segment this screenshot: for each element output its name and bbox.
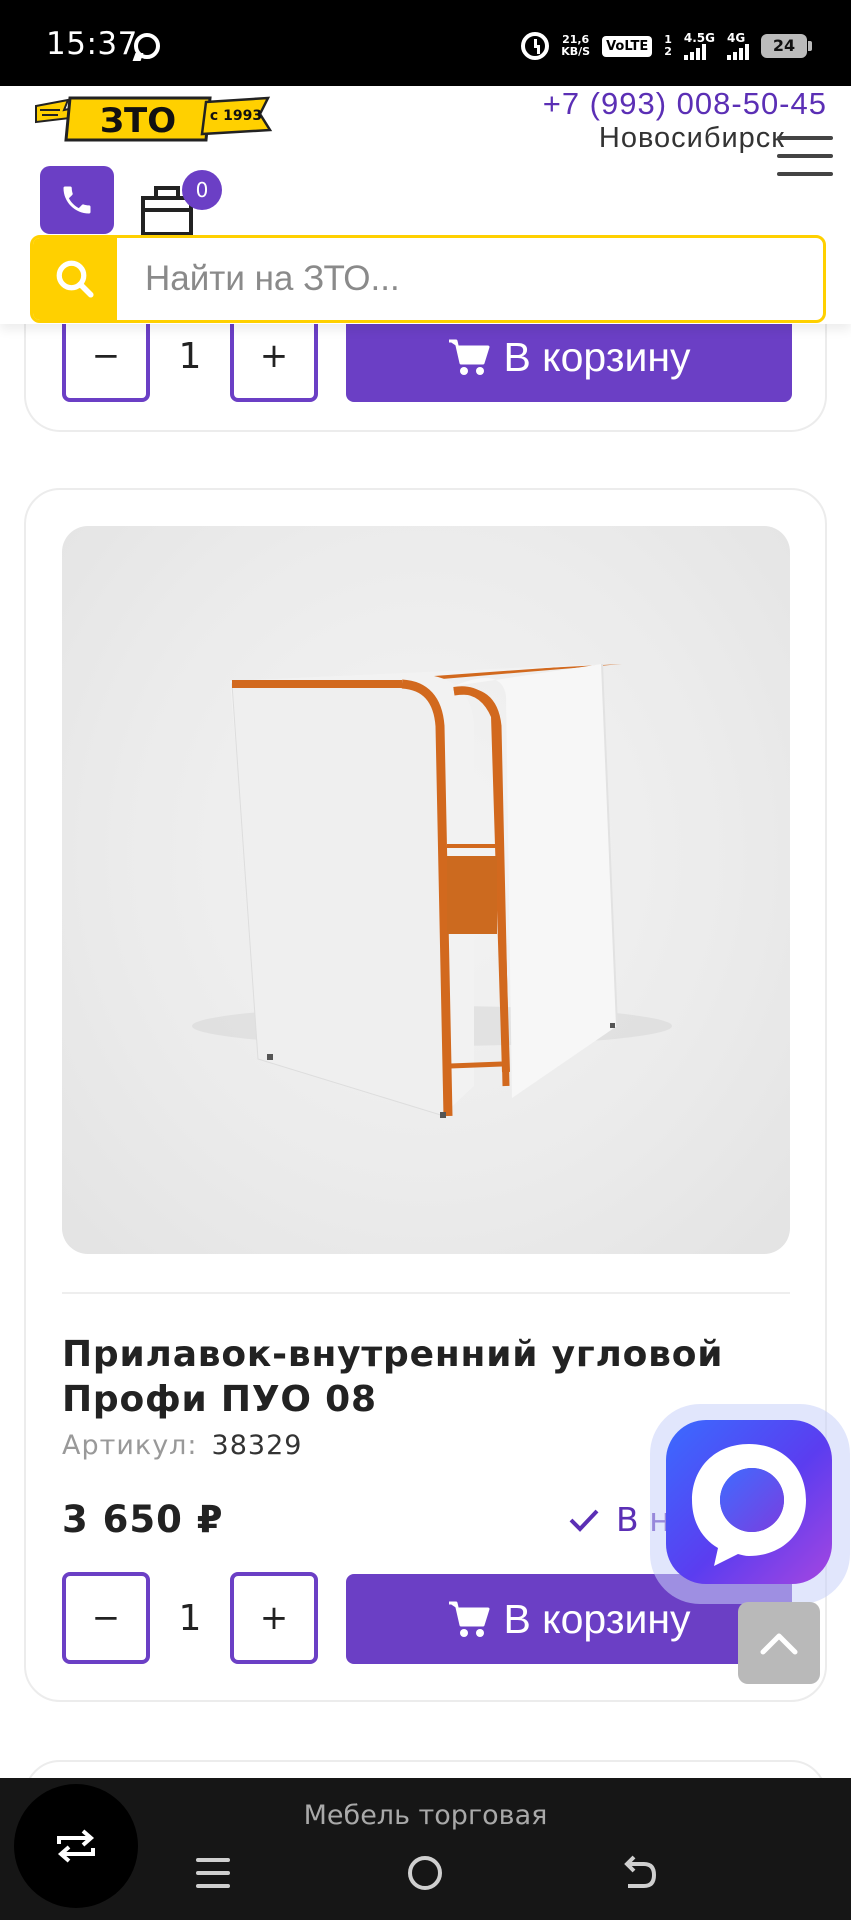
sim1-signal-icon: 4.5G <box>683 31 715 60</box>
repeat-arrows-icon <box>57 1829 95 1863</box>
search-button[interactable] <box>33 238 117 320</box>
logo-since: с 1993 <box>210 108 262 124</box>
switch-app-button[interactable] <box>14 1784 138 1908</box>
shopping-cart-icon <box>449 1601 490 1637</box>
site-header: ЗТО с 1993 +7 (993) 008-50-45 Новосибирс… <box>0 86 851 324</box>
volte-badge: VoLTE <box>602 35 653 57</box>
add-to-cart-button[interactable]: В корзину <box>346 312 792 402</box>
network-speed: 21,6 KB/S <box>561 34 590 58</box>
product-image[interactable] <box>62 526 790 1254</box>
city-selector[interactable]: Новосибирск <box>599 122 785 155</box>
zto-logo[interactable]: ЗТО с 1993 <box>30 88 276 148</box>
sim2-index: 2 <box>664 45 672 58</box>
recent-apps-icon[interactable] <box>196 1858 230 1888</box>
assistant-bubble-icon <box>666 1420 832 1584</box>
chevron-up-icon <box>760 1633 798 1655</box>
quantity-decrement-button[interactable]: − <box>62 1572 150 1664</box>
cart-button[interactable]: 0 <box>138 170 226 240</box>
search-icon <box>56 260 94 298</box>
back-icon[interactable] <box>620 1854 660 1894</box>
cart-count-badge: 0 <box>182 170 222 210</box>
product-sku: Артикул: 38329 <box>62 1430 302 1461</box>
add-to-cart-label: В корзину <box>503 333 691 380</box>
hamburger-menu-icon[interactable] <box>777 136 833 176</box>
search-bar <box>30 235 826 323</box>
card-divider <box>62 1292 790 1294</box>
status-time: 15:37 <box>46 26 138 62</box>
shopping-cart-icon <box>449 339 490 375</box>
sku-value: 38329 <box>211 1430 303 1461</box>
system-navigation-bar: Мебель торговая <box>0 1778 851 1920</box>
status-icons: 21,6 KB/S VoLTE 1 2 4.5G 4G 24 <box>521 26 812 66</box>
corner-counter-illustration <box>192 663 672 1118</box>
assistant-floating-button[interactable] <box>650 1404 850 1604</box>
quantity-value[interactable]: 1 <box>150 336 230 377</box>
sim1-network-type: 4.5G <box>683 31 715 45</box>
sim2-network-type: 4G <box>727 31 746 45</box>
sim-indices: 1 2 <box>664 34 672 58</box>
product-price: 3 650 ₽ <box>62 1498 224 1541</box>
network-speed-unit: KB/S <box>561 45 591 58</box>
phone-number-link[interactable]: +7 (993) 008-50-45 <box>543 86 827 122</box>
quantity-stepper: − 1 + <box>62 1572 318 1664</box>
alarm-icon <box>521 32 550 60</box>
search-input[interactable] <box>117 238 823 320</box>
sim2-signal-icon: 4G <box>727 32 749 60</box>
logo-text: ЗТО <box>100 101 176 141</box>
scroll-to-top-button[interactable] <box>738 1602 820 1684</box>
phone-icon <box>63 186 91 214</box>
status-bar: 15:37 21,6 KB/S VoLTE 1 2 4.5G 4G 24 <box>0 0 851 86</box>
quantity-increment-button[interactable]: + <box>230 1572 318 1664</box>
home-icon[interactable] <box>408 1856 442 1890</box>
add-to-cart-label: В корзину <box>503 1595 691 1642</box>
battery-icon: 24 <box>761 34 812 58</box>
sku-label: Артикул: <box>62 1430 198 1461</box>
message-notification-icon <box>134 33 160 59</box>
call-button[interactable] <box>40 166 114 234</box>
checkmark-icon <box>569 1509 599 1532</box>
quantity-value[interactable]: 1 <box>150 1598 230 1639</box>
